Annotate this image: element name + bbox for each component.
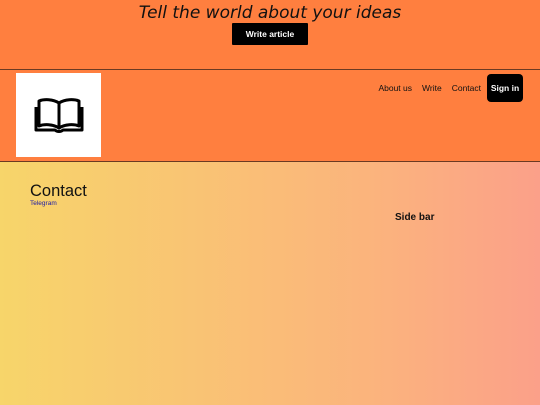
nav-contact[interactable]: Contact xyxy=(452,83,481,93)
telegram-link[interactable]: Telegram xyxy=(30,200,57,207)
open-book-icon xyxy=(34,98,83,133)
nav-write[interactable]: Write xyxy=(422,83,442,93)
write-article-button[interactable]: Write article xyxy=(232,23,308,45)
main-nav: About us Write Contact Sign in xyxy=(368,74,523,102)
tagline: Tell the world about your ideas xyxy=(138,3,402,23)
sign-in-button[interactable]: Sign in xyxy=(487,74,523,102)
header: About us Write Contact Sign in xyxy=(0,70,540,162)
sidebar-title: Side bar xyxy=(395,212,435,223)
top-banner: Tell the world about your ideas Write ar… xyxy=(0,0,540,70)
page-title: Contact xyxy=(30,182,87,200)
logo[interactable] xyxy=(16,73,101,157)
page: Tell the world about your ideas Write ar… xyxy=(0,0,540,405)
nav-about-us[interactable]: About us xyxy=(378,83,412,93)
